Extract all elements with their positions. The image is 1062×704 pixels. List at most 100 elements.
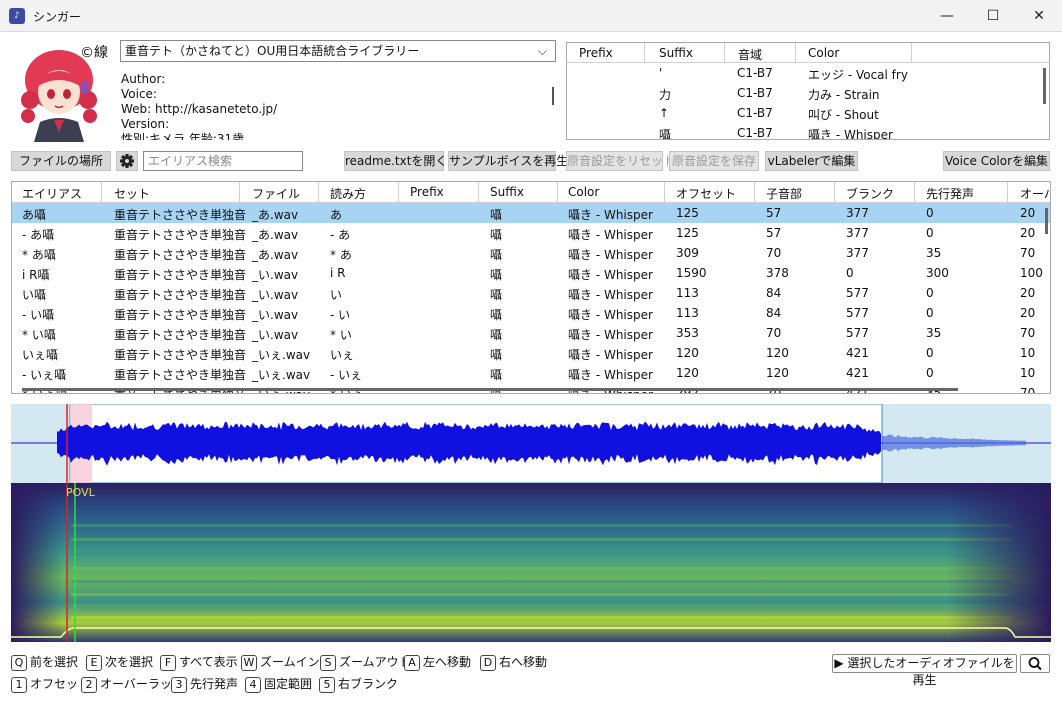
oto-header-cell[interactable]: 読み方	[330, 185, 366, 202]
settings-button[interactable]	[116, 151, 138, 171]
table-row[interactable]: * い囁 重音テトささやき単独音 _い.wav * い囁囁き - Whisper 353…	[12, 323, 1050, 343]
key-cap: 4	[245, 677, 261, 693]
table-row[interactable]: - いぇ囁 重音テトささやき単独音 _いぇ.wav - いぇ囁囁き - Whisper…	[12, 363, 1050, 383]
oto-cell: 421	[846, 346, 869, 360]
oto-cell: 377	[846, 246, 869, 260]
subbank-header-color[interactable]: Color	[808, 46, 839, 60]
oto-cell: 0	[926, 286, 934, 300]
oto-header-cell[interactable]: エイリアス	[22, 185, 82, 202]
key-cap: 1	[11, 677, 27, 693]
oto-header-cell[interactable]: Suffix	[490, 185, 524, 199]
subbank-cell: 囁	[659, 128, 672, 140]
subbank-header-suffix[interactable]: Suffix	[659, 46, 693, 60]
reset-oto-button[interactable]: 原音設定をリセット	[566, 151, 675, 171]
oto-vertical-scrollbar[interactable]	[1045, 208, 1048, 234]
window-title: シンガー	[33, 10, 82, 24]
play-audio-button[interactable]: ▶ 選択したオーディオファイルを再生	[832, 654, 1017, 687]
shortcut-label: 左へ移動	[423, 655, 472, 669]
oto-header-cell[interactable]: オフセット	[676, 185, 736, 202]
info-scrollbar[interactable]	[552, 87, 554, 105]
subbank-cell: C1-B7	[737, 126, 773, 140]
oto-header-cell[interactable]: 子音部	[766, 185, 802, 202]
key-cap: S	[320, 655, 336, 671]
key-cap: W	[241, 655, 257, 671]
oto-cell: _あ.wav	[252, 208, 299, 222]
oto-cell: 57	[766, 226, 782, 240]
singer-select[interactable]: 重音テト（かさねてと）OU用日本語統合ライブラリー ⌵	[120, 40, 556, 62]
oto-cell: 35	[926, 326, 942, 340]
edit-voice-color-button[interactable]: Voice Colorを編集	[943, 151, 1050, 171]
oto-cell: いぇ囁	[22, 348, 59, 362]
table-row[interactable]: * あ囁 重音テトささやき単独音 _あ.wav * あ囁囁き - Whisper 309…	[12, 243, 1050, 263]
subbank-row[interactable]: ' C1-B7 エッジ - Vocal fry	[567, 63, 1049, 83]
subbank-cell: C1-B7	[737, 106, 773, 120]
copyright-text: ©線	[80, 45, 108, 61]
table-row[interactable]: - あ囁 重音テトささやき単独音 _あ.wav - あ囁囁き - Whisper 125…	[12, 223, 1050, 243]
shortcut-label: 右へ移動	[499, 655, 548, 669]
table-row[interactable]: いぇ囁 重音テトささやき単独音 _いぇ.wav いぇ囁囁き - Whisper 120 1…	[12, 343, 1050, 363]
oto-cell: _いぇ.wav	[252, 348, 311, 362]
oto-cell: 113	[676, 306, 699, 320]
oto-header-cell[interactable]: 先行発声	[926, 185, 974, 202]
shortcut-label: 次を選択	[105, 655, 154, 669]
oto-horizontal-scrollbar[interactable]	[22, 388, 958, 391]
shortcut-hint: A 左へ移動	[404, 654, 471, 671]
shortcut-hint: 4 固定範囲	[245, 676, 312, 693]
vlabeler-edit-button[interactable]: vLabelerで編集	[765, 151, 858, 171]
subbank-cell: 力	[659, 88, 672, 102]
oto-cell: i R囁	[22, 268, 50, 282]
oto-cell: - あ	[330, 228, 351, 242]
audio-visualization[interactable]: POVL	[11, 404, 1051, 642]
save-oto-button[interactable]: 原音設定を保存	[669, 151, 759, 171]
oto-cell: 120	[766, 346, 789, 360]
subbank-header-prefix[interactable]: Prefix	[579, 46, 613, 60]
play-sample-button[interactable]: サンプルボイスを再生	[448, 151, 568, 171]
oto-cell: い囁	[22, 288, 47, 302]
singer-panel: ©線 重音テト（かさねてと）OU用日本語統合ライブラリー ⌵ Author: V…	[0, 32, 1062, 704]
zoom-button[interactable]	[1020, 654, 1050, 673]
subbank-cell: 叫び - Shout	[808, 108, 879, 122]
table-row[interactable]: い囁 重音テトささやき単独音 _い.wav い囁囁き - Whisper 113 84 57…	[12, 283, 1050, 303]
oto-cell: - い	[330, 308, 351, 322]
subbank-cell: 囁き - Whisper	[808, 128, 893, 140]
subbank-cell: C1-B7	[737, 86, 773, 100]
oto-header: エイリアス セット ファイル 読み方 Prefix Suffix Color オフセット 子音部…	[12, 182, 1050, 203]
minimize-button[interactable]: —	[924, 0, 970, 32]
maximize-button[interactable]: ☐	[970, 0, 1016, 32]
table-row[interactable]: あ囁 重音テトささやき単独音 _あ.wav あ囁囁き - Whisper 125 57 37…	[12, 203, 1050, 223]
oto-cell: 重音テトささやき単独音	[114, 328, 247, 342]
subbank-header-range[interactable]: 音域	[738, 46, 762, 63]
subbank-row[interactable]: 囁 C1-B7 囁き - Whisper	[567, 123, 1049, 140]
open-readme-button[interactable]: readme.txtを開く	[344, 151, 447, 171]
singer-info: Author: Voice: Web: http://kasaneteto.jp…	[121, 72, 551, 140]
singer-select-value: 重音テト（かさねてと）OU用日本語統合ライブラリー	[125, 44, 420, 58]
oto-cell: _いぇ.wav	[252, 368, 311, 382]
oto-cell: 囁き - Whisper	[568, 208, 653, 222]
subbank-scrollbar[interactable]	[1043, 68, 1046, 104]
oto-cell: 378	[766, 266, 789, 280]
oto-cell: * い囁	[22, 328, 56, 342]
oto-cell: 84	[766, 286, 782, 300]
close-button[interactable]: ✕	[1016, 0, 1062, 32]
subbank-row[interactable]: ↑ C1-B7 叫び - Shout	[567, 103, 1049, 123]
oto-header-cell[interactable]: ファイル	[252, 185, 300, 202]
file-location-button[interactable]: ファイルの場所	[11, 151, 111, 171]
alias-search-input[interactable]: エイリアス検索	[143, 151, 303, 171]
voice-line: Voice:	[121, 87, 157, 101]
table-row[interactable]: - い囁 重音テトささやき単独音 _い.wav - い囁囁き - Whisper 113…	[12, 303, 1050, 323]
oto-cell: 100	[1020, 266, 1043, 280]
oto-header-cell[interactable]: ブランク	[846, 185, 894, 202]
oto-header-cell[interactable]: オーバ	[1020, 185, 1050, 202]
oto-cell: 0	[846, 266, 854, 280]
oto-header-cell[interactable]: セット	[114, 185, 150, 202]
oto-cell: 囁	[490, 368, 503, 382]
oto-header-cell[interactable]: Color	[568, 185, 599, 199]
subbank-cell: ↑	[659, 106, 670, 120]
oto-header-cell[interactable]: Prefix	[410, 185, 444, 199]
oto-cell: 0	[926, 306, 934, 320]
key-cap: 2	[81, 677, 97, 693]
oto-cell: 囁き - Whisper	[568, 308, 653, 322]
subbank-row[interactable]: 力 C1-B7 力み - Strain	[567, 83, 1049, 103]
table-row[interactable]: i R囁 重音テトささやき単独音 _い.wav i R 囁囁き - Whisper 159…	[12, 263, 1050, 283]
shortcut-hint: Q 前を選択	[11, 654, 78, 671]
